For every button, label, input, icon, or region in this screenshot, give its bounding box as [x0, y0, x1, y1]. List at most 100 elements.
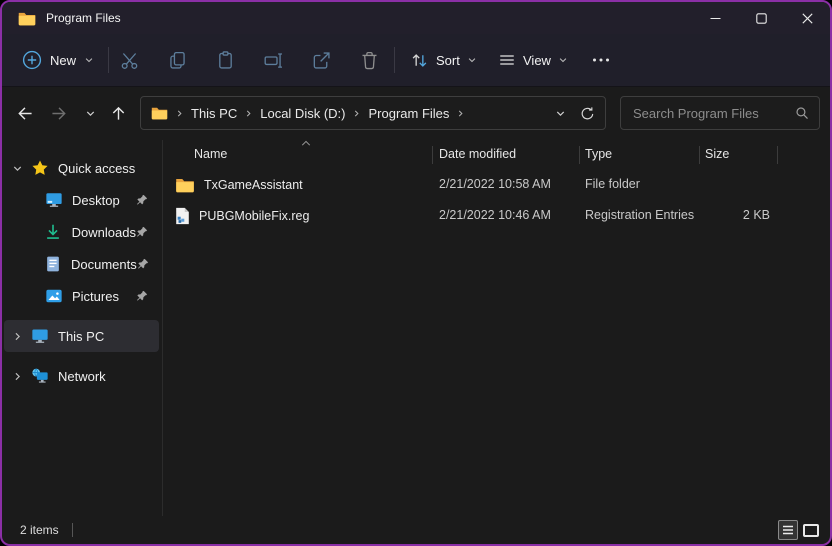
sidebar-item-label: Desktop — [72, 193, 120, 208]
downloads-icon — [44, 223, 63, 242]
chevron-down-icon — [467, 55, 477, 65]
item-count: 2 items — [20, 523, 59, 537]
sidebar-item-label: Quick access — [58, 161, 135, 176]
sidebar-item-documents[interactable]: Documents — [4, 248, 159, 280]
search-icon[interactable] — [795, 106, 809, 120]
folder-icon — [151, 106, 168, 120]
folder-icon — [18, 11, 36, 26]
sidebar-item-pictures[interactable]: Pictures — [4, 280, 159, 312]
close-button[interactable] — [784, 2, 830, 34]
more-options-button[interactable] — [582, 42, 620, 78]
column-header-size[interactable]: Size — [705, 140, 729, 169]
forward-button[interactable] — [43, 96, 75, 130]
file-type: File folder — [585, 169, 640, 200]
sort-ascending-icon — [301, 140, 311, 147]
large-icons-view-button[interactable] — [801, 520, 821, 540]
file-type: Registration Entries — [585, 200, 694, 231]
file-explorer-window: Program Files New — [0, 0, 832, 546]
file-name: PUBGMobileFix.reg — [199, 209, 309, 223]
file-size: 2 KB — [699, 200, 770, 231]
file-row-pubgmobilefix-reg[interactable]: PUBGMobileFix.reg 2/21/2022 10:46 AM Reg… — [163, 200, 830, 231]
title-bar: Program Files — [2, 2, 830, 34]
computer-icon — [30, 327, 49, 346]
chevron-down-icon[interactable] — [12, 163, 30, 174]
breadcrumb-separator-icon[interactable] — [244, 109, 253, 118]
breadcrumb-item-local-disk-d[interactable]: Local Disk (D:) — [260, 106, 345, 121]
file-name: TxGameAssistant — [204, 178, 303, 192]
file-date-modified: 2/21/2022 10:58 AM — [439, 169, 551, 200]
recent-locations-chevron[interactable] — [77, 96, 103, 130]
column-header-date-modified[interactable]: Date modified — [439, 140, 516, 169]
documents-icon — [44, 255, 62, 274]
cut-button[interactable] — [117, 48, 141, 72]
chevron-right-icon[interactable] — [12, 371, 30, 382]
address-dropdown-chevron[interactable] — [555, 108, 566, 119]
sidebar-item-desktop[interactable]: Desktop — [4, 184, 159, 216]
paste-button[interactable] — [213, 48, 237, 72]
star-icon — [30, 159, 49, 178]
navigation-row: This PC Local Disk (D:) Program Files — [2, 86, 830, 132]
column-headers: Name Date modified Type Size — [163, 140, 830, 169]
sidebar-item-quick-access[interactable]: Quick access — [4, 152, 159, 184]
new-button[interactable]: New — [14, 42, 102, 78]
minimize-button[interactable] — [692, 2, 738, 34]
pictures-icon — [44, 287, 63, 306]
sidebar-item-network[interactable]: Network — [4, 360, 159, 392]
view-button-label: View — [523, 53, 551, 68]
column-header-name[interactable]: Name — [194, 140, 227, 169]
breadcrumb-item-program-files[interactable]: Program Files — [368, 106, 449, 121]
breadcrumb-separator-icon[interactable] — [352, 109, 361, 118]
sidebar-spacer — [2, 352, 162, 360]
status-bar: 2 items — [2, 516, 830, 544]
search-box — [620, 96, 820, 130]
sidebar-item-label: Pictures — [72, 289, 119, 304]
plus-circle-icon — [22, 50, 42, 70]
details-view-button[interactable] — [778, 520, 798, 540]
column-divider[interactable] — [579, 146, 580, 164]
sidebar-item-this-pc[interactable]: This PC — [4, 320, 159, 352]
file-list: Name Date modified Type Size TxGameAssis… — [163, 140, 830, 516]
chevron-right-icon[interactable] — [12, 331, 30, 342]
up-button[interactable] — [103, 96, 133, 130]
sort-button-label: Sort — [436, 53, 460, 68]
refresh-icon[interactable] — [580, 106, 595, 121]
sidebar-item-downloads[interactable]: Downloads — [4, 216, 159, 248]
chevron-down-icon — [558, 55, 568, 65]
window-controls — [692, 2, 830, 34]
view-button[interactable]: View — [490, 42, 576, 78]
maximize-button[interactable] — [738, 2, 784, 34]
file-row-txgameassistant[interactable]: TxGameAssistant 2/21/2022 10:58 AM File … — [163, 169, 830, 200]
toolbar-separator — [108, 47, 109, 73]
sidebar-item-label: This PC — [58, 329, 104, 344]
breadcrumb-separator-icon[interactable] — [456, 109, 465, 118]
desktop-icon — [44, 191, 63, 210]
column-divider[interactable] — [699, 146, 700, 164]
column-divider[interactable] — [777, 146, 778, 164]
pin-icon — [136, 226, 148, 238]
column-divider[interactable] — [432, 146, 433, 164]
rename-button[interactable] — [261, 48, 285, 72]
folder-icon — [175, 177, 195, 193]
pin-icon — [136, 290, 148, 302]
new-button-label: New — [50, 53, 76, 68]
delete-button[interactable] — [357, 48, 381, 72]
sort-arrows-icon — [410, 51, 429, 70]
sidebar-item-label: Network — [58, 369, 106, 384]
column-header-type[interactable]: Type — [585, 140, 612, 169]
share-button[interactable] — [309, 48, 333, 72]
search-input[interactable] — [631, 105, 789, 122]
address-bar[interactable]: This PC Local Disk (D:) Program Files — [140, 96, 606, 130]
breadcrumb-item-this-pc[interactable]: This PC — [191, 106, 237, 121]
icons-view-glyph — [803, 524, 819, 537]
file-date-modified: 2/21/2022 10:46 AM — [439, 200, 551, 231]
network-icon — [30, 367, 49, 386]
sidebar-item-label: Documents — [71, 257, 137, 272]
back-button[interactable] — [8, 96, 40, 130]
pin-icon — [137, 258, 149, 270]
view-lines-icon — [498, 51, 516, 69]
copy-button[interactable] — [165, 48, 189, 72]
breadcrumb-separator-icon[interactable] — [175, 109, 184, 118]
sort-button[interactable]: Sort — [402, 42, 485, 78]
toolbar-separator — [394, 47, 395, 73]
window-title: Program Files — [46, 11, 121, 25]
